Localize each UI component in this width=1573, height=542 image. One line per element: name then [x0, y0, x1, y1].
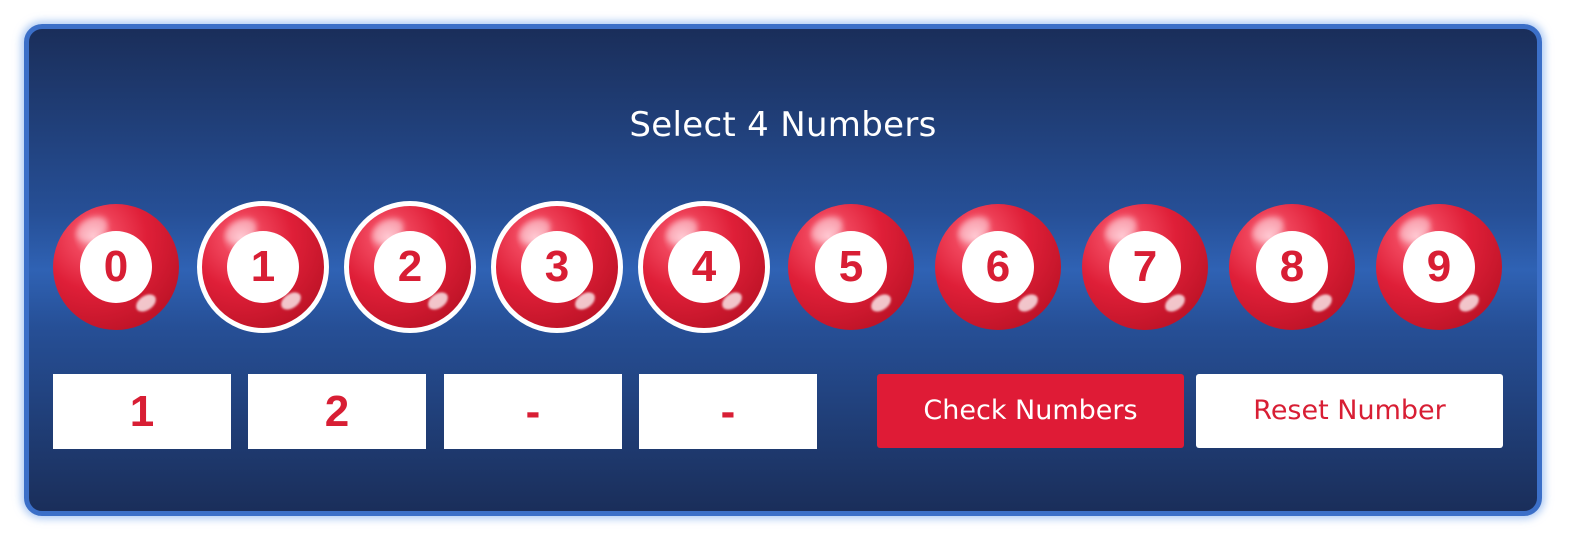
number-ball-4[interactable]: 4: [638, 201, 770, 333]
ball-number: 2: [374, 231, 446, 303]
number-ball-5[interactable]: 5: [788, 204, 914, 330]
ball-number: 8: [1256, 231, 1328, 303]
ball-number: 5: [815, 231, 887, 303]
number-ball-8[interactable]: 8: [1229, 204, 1355, 330]
selected-number-slot-4: -: [639, 374, 817, 449]
number-ball-0[interactable]: 0: [53, 204, 179, 330]
ball-number: 3: [521, 231, 593, 303]
ball-number: 7: [1109, 231, 1181, 303]
check-numbers-button[interactable]: Check Numbers: [877, 374, 1184, 448]
ball-number: 4: [668, 231, 740, 303]
reset-number-button[interactable]: Reset Number: [1196, 374, 1503, 448]
selected-number-slot-1: 1: [53, 374, 231, 449]
ball-number: 6: [962, 231, 1034, 303]
lottery-panel: Select 4 Numbers 0 1 2 3 4 5 6 7 8 9 1 2…: [24, 24, 1542, 516]
ball-number: 1: [227, 231, 299, 303]
number-ball-1[interactable]: 1: [197, 201, 329, 333]
number-ball-2[interactable]: 2: [344, 201, 476, 333]
selected-number-slot-3: -: [444, 374, 622, 449]
ball-number: 0: [80, 231, 152, 303]
number-ball-row: 0 1 2 3 4 5 6 7 8 9: [53, 201, 1503, 334]
page-title: Select 4 Numbers: [629, 105, 937, 145]
ball-number: 9: [1403, 231, 1475, 303]
number-ball-7[interactable]: 7: [1082, 204, 1208, 330]
number-ball-6[interactable]: 6: [935, 204, 1061, 330]
selected-number-slot-2: 2: [248, 374, 426, 449]
number-ball-9[interactable]: 9: [1376, 204, 1502, 330]
number-ball-3[interactable]: 3: [491, 201, 623, 333]
